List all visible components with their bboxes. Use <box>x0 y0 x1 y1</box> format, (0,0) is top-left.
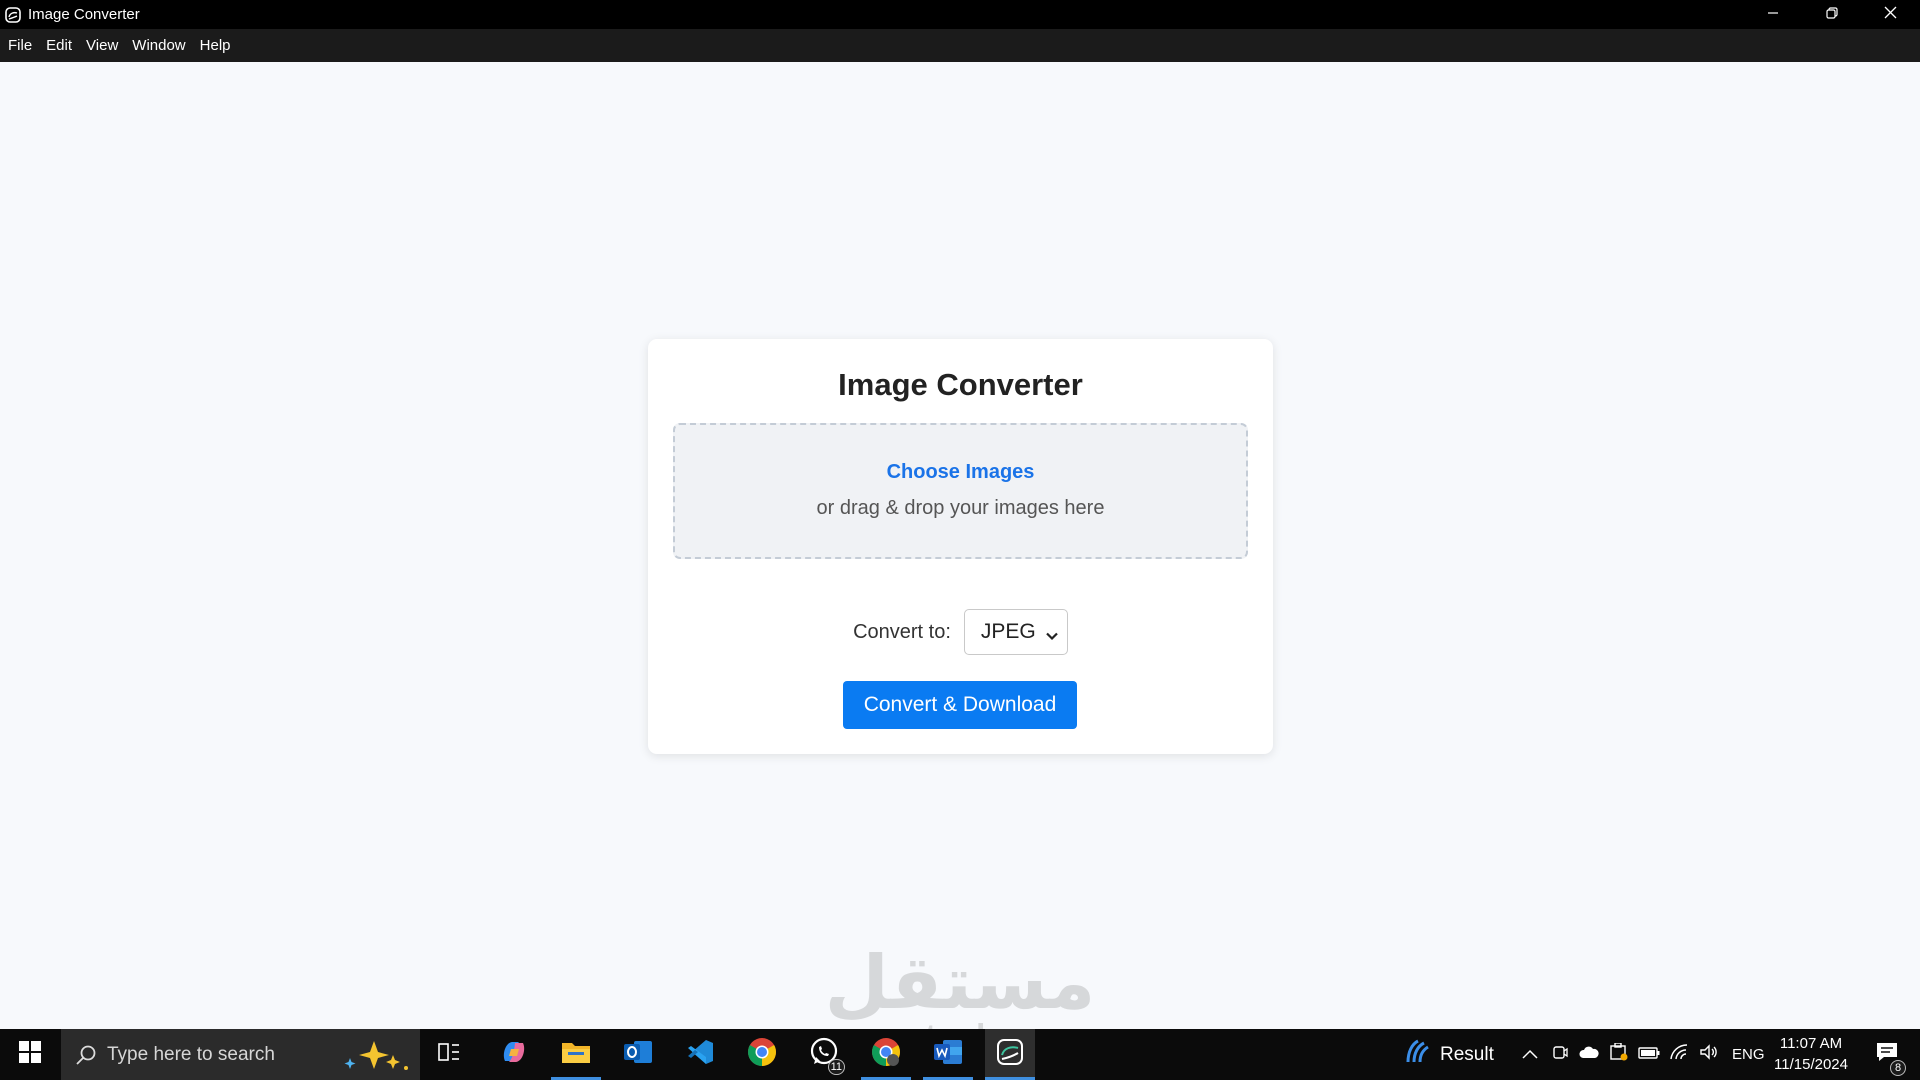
tray-onedrive[interactable] <box>1576 1029 1602 1080</box>
notification-badge: 8 <box>1890 1060 1906 1076</box>
convert-format-row: Convert to: JPEG <box>648 609 1273 655</box>
tray-meet-now[interactable] <box>1548 1029 1572 1080</box>
taskbar-clock[interactable]: 11:07 AM 11/15/2024 <box>1772 1033 1850 1075</box>
taskbar-search[interactable]: Type here to search <box>61 1029 420 1080</box>
folder-icon <box>561 1039 591 1070</box>
taskbar-outlook[interactable] <box>613 1029 663 1080</box>
outlook-icon <box>623 1038 653 1071</box>
meet-now-icon <box>1552 1044 1568 1065</box>
windows-logo-icon <box>19 1041 41 1068</box>
title-bar: Image Converter <box>0 0 1920 29</box>
taskbar-vscode[interactable] <box>675 1029 725 1080</box>
weather-widget[interactable]: Result <box>1402 1029 1494 1080</box>
task-view-button[interactable] <box>424 1029 474 1080</box>
taskbar: Type here to search 11 Result ENG 11:07 … <box>0 1029 1920 1080</box>
cloud-icon <box>1579 1045 1599 1064</box>
convert-to-label: Convert to: <box>853 620 951 643</box>
menu-edit[interactable]: Edit <box>40 37 78 54</box>
word-icon <box>933 1038 963 1071</box>
taskbar-chrome[interactable] <box>737 1029 787 1080</box>
minimize-button[interactable] <box>1743 0 1802 29</box>
taskbar-copilot[interactable] <box>489 1029 539 1080</box>
menu-window[interactable]: Window <box>126 37 191 54</box>
menu-help[interactable]: Help <box>194 37 237 54</box>
search-placeholder: Type here to search <box>107 1043 275 1065</box>
widget-label: Result <box>1440 1043 1494 1065</box>
battery-icon <box>1638 1046 1660 1064</box>
minimize-icon <box>1767 6 1779 24</box>
choose-images-link[interactable]: Choose Images <box>675 461 1246 484</box>
format-selected-value: JPEG <box>980 620 1036 643</box>
start-button[interactable] <box>0 1029 60 1080</box>
sparkle-icon <box>336 1038 412 1077</box>
close-button[interactable] <box>1861 0 1920 29</box>
tray-overflow-button[interactable] <box>1518 1029 1542 1080</box>
tray-network[interactable] <box>1666 1029 1692 1080</box>
clock-date: 11/15/2024 <box>1774 1056 1848 1073</box>
format-select[interactable]: JPEG <box>963 609 1068 655</box>
tray-defender[interactable] <box>1606 1029 1632 1080</box>
convert-download-button[interactable]: Convert & Download <box>843 681 1077 729</box>
page-title: Image Converter <box>838 367 1083 402</box>
cricket-icon <box>1402 1038 1430 1071</box>
taskbar-file-explorer[interactable] <box>551 1029 601 1080</box>
search-icon <box>75 1044 97 1066</box>
vscode-icon <box>686 1038 714 1071</box>
taskbar-chrome-profile[interactable] <box>861 1029 911 1080</box>
drop-hint-text: or drag & drop your images here <box>816 497 1105 519</box>
clock-time: 11:07 AM <box>1779 1035 1843 1052</box>
whatsapp-badge: 11 <box>827 1059 845 1075</box>
copilot-icon <box>499 1037 529 1072</box>
language-indicator[interactable]: ENG <box>1732 1029 1765 1080</box>
window-title: Image Converter <box>28 6 140 23</box>
restore-button[interactable] <box>1802 0 1861 29</box>
tray-battery[interactable] <box>1636 1029 1662 1080</box>
security-icon <box>1609 1042 1629 1066</box>
watermark-arabic: مستقل <box>824 940 1096 1026</box>
notification-center-button[interactable]: 8 <box>1862 1029 1912 1080</box>
speaker-icon <box>1699 1044 1719 1065</box>
image-drop-zone[interactable]: Choose Images or drag & drop your images… <box>673 423 1248 559</box>
chrome-profile-icon <box>871 1037 901 1072</box>
chevron-down-icon <box>1045 625 1059 649</box>
chevron-up-icon <box>1522 1046 1538 1064</box>
menu-view[interactable]: View <box>80 37 124 54</box>
close-icon <box>1884 6 1897 24</box>
menu-bar: File Edit View Window Help <box>0 29 1920 62</box>
image-converter-icon <box>996 1038 1024 1071</box>
app-logo-icon <box>4 6 22 24</box>
wifi-icon <box>1669 1044 1689 1065</box>
chrome-icon <box>747 1037 777 1072</box>
taskbar-image-converter[interactable] <box>985 1029 1035 1080</box>
restore-icon <box>1825 6 1838 24</box>
tray-volume[interactable] <box>1696 1029 1722 1080</box>
converter-card: Image Converter Choose Images or drag & … <box>648 339 1273 754</box>
taskbar-whatsapp[interactable]: 11 <box>799 1029 849 1080</box>
taskbar-word[interactable] <box>923 1029 973 1080</box>
menu-file[interactable]: File <box>2 37 38 54</box>
task-view-icon <box>438 1042 460 1067</box>
